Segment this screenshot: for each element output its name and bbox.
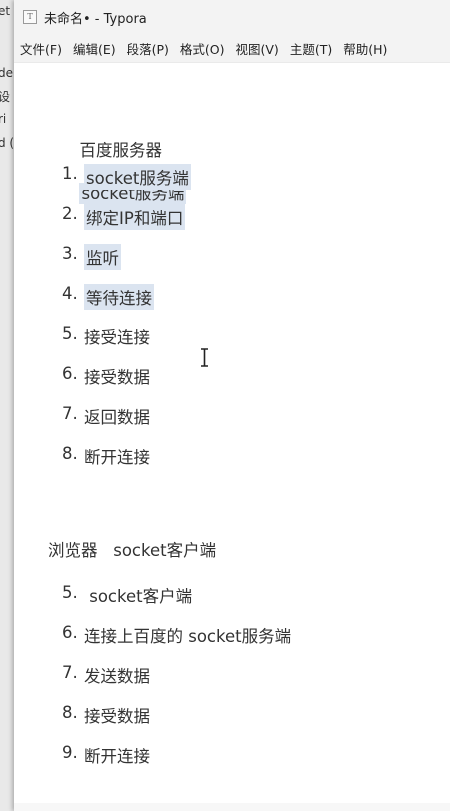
list-item[interactable]: 7. 发送数据 [62, 663, 150, 687]
list-text: 连接上百度的 socket服务端 [84, 627, 292, 646]
list-item[interactable]: 9. 断开连接 [62, 743, 150, 767]
menu-format[interactable]: 格式(O) [174, 39, 230, 58]
typora-window: T 未命名• - Typora 文件(F) 编辑(E) 段落(P) 格式(O) … [14, 0, 450, 811]
list-number: 4. [62, 284, 78, 303]
menu-bar: 文件(F) 编辑(E) 段落(P) 格式(O) 视图(V) 主题(T) 帮助(H… [14, 34, 450, 63]
list-number: 8. [62, 444, 78, 463]
list-number: 7. [62, 404, 78, 423]
list-item[interactable]: 8. 接受数据 [62, 703, 150, 727]
typora-app-icon: T [23, 10, 37, 24]
list-item[interactable]: 5. 接受连接 [62, 324, 150, 348]
list-text: 接受数据 [84, 368, 150, 387]
menu-help[interactable]: 帮助(H) [337, 39, 392, 58]
text-cursor-icon [201, 348, 208, 367]
list-text: 接受数据 [84, 707, 150, 726]
list-item[interactable]: 5. socket客户端 [62, 583, 192, 607]
menu-theme[interactable]: 主题(T) [284, 39, 337, 58]
list-item[interactable]: 1. socket服务端 [62, 164, 191, 190]
list-text: 发送数据 [84, 667, 150, 686]
list-item[interactable]: 2. 绑定IP和端口 [62, 204, 186, 230]
list-text-selected: 等待连接 [84, 284, 154, 310]
list-item[interactable]: 6. 接受数据 [62, 364, 150, 388]
list-number: 7. [62, 663, 78, 682]
list-item[interactable]: 3. 监听 [62, 244, 121, 270]
menu-file[interactable]: 文件(F) [14, 39, 67, 58]
list-number: 8. [62, 703, 78, 722]
list-number: 9. [62, 743, 78, 762]
list-text: 接受连接 [84, 328, 150, 347]
list-text-selected: 绑定IP和端口 [84, 204, 186, 230]
list-number: 3. [62, 244, 78, 263]
list-item[interactable]: 7. 返回数据 [62, 404, 150, 428]
list-number: 6. [62, 623, 78, 642]
background-window: et de 设 ri d ( [0, 0, 14, 811]
list-text: 断开连接 [84, 747, 150, 766]
status-bar-edge [14, 803, 450, 811]
list-number: 5. [62, 583, 78, 602]
background-text: de [0, 66, 13, 80]
background-text: ri [0, 112, 7, 126]
list-number: 1. [62, 164, 78, 183]
list-text: socket客户端 [84, 587, 193, 606]
menu-paragraph[interactable]: 段落(P) [121, 39, 174, 58]
list-text-selected: socket服务端 [84, 164, 191, 190]
window-title: 未命名• - Typora [44, 11, 147, 27]
list-text: 断开连接 [84, 448, 150, 467]
list-item[interactable]: 4. 等待连接 [62, 284, 154, 310]
heading-text: 百度服务器 [79, 141, 162, 160]
section-heading-browser[interactable]: 浏览器 socket客户端 [48, 537, 216, 561]
title-bar[interactable]: T 未命名• - Typora [14, 0, 450, 34]
list-item[interactable]: 6. 连接上百度的 socket服务端 [62, 623, 291, 647]
menu-edit[interactable]: 编辑(E) [67, 39, 121, 58]
list-text-selected: 监听 [84, 244, 121, 270]
background-text: 设 [0, 90, 11, 104]
editor-area[interactable]: 百度服务器 socket服务端 1. socket服务端 2. 绑定IP和端口 … [14, 63, 450, 811]
background-text: d ( [0, 136, 14, 150]
list-text: 返回数据 [84, 408, 150, 427]
list-number: 5. [62, 324, 78, 343]
list-number: 2. [62, 204, 78, 223]
background-text: et [0, 4, 11, 18]
menu-view[interactable]: 视图(V) [230, 39, 284, 58]
list-number: 6. [62, 364, 78, 383]
list-item[interactable]: 8. 断开连接 [62, 444, 150, 468]
